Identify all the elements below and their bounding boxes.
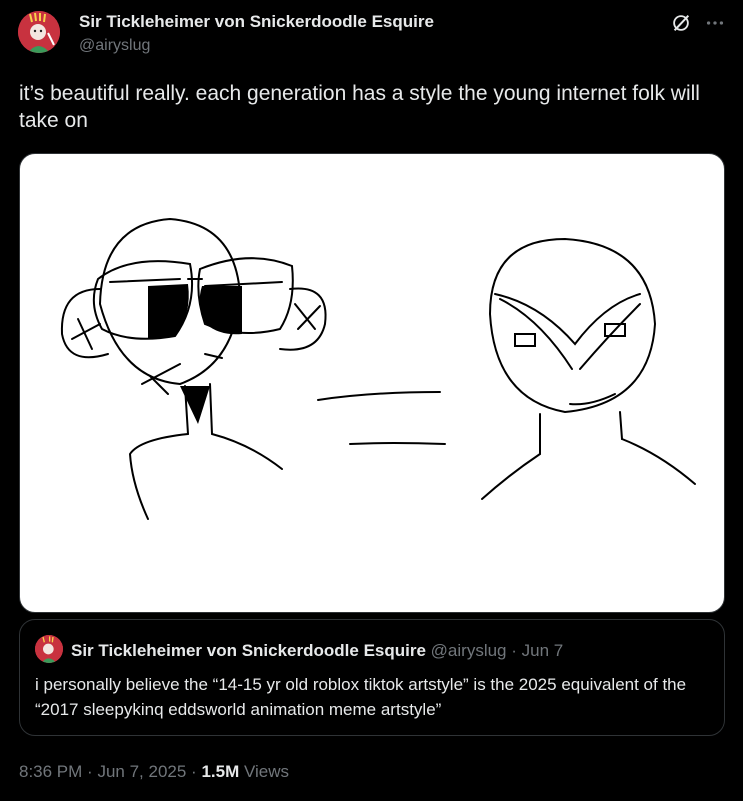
more-icon[interactable] xyxy=(704,12,726,34)
quote-author-avatar xyxy=(35,635,63,663)
views-label: Views xyxy=(243,762,290,781)
author-avatar[interactable] xyxy=(18,11,60,53)
quote-author-handle: @airyslug xyxy=(430,641,507,660)
quote-date: Jun 7 xyxy=(521,641,564,660)
meta-separator: · xyxy=(191,762,197,781)
avatar-icon xyxy=(35,635,63,663)
author-name[interactable]: Sir Tickleheimer von Snickerdoodle Esqui… xyxy=(79,12,434,32)
quoted-tweet[interactable]: Sir Tickleheimer von Snickerdoodle Esqui… xyxy=(19,619,725,736)
tweet-time[interactable]: 8:36 PM xyxy=(19,762,82,781)
views-count: 1.5M xyxy=(201,762,240,781)
quote-separator: · xyxy=(511,641,517,660)
quote-author-name: Sir Tickleheimer von Snickerdoodle Esqui… xyxy=(71,641,426,660)
grok-icon[interactable] xyxy=(670,12,692,34)
tweet-meta: 8:36 PM · Jun 7, 2025 · 1.5M Views xyxy=(19,762,289,782)
sketch-drawing xyxy=(60,217,696,520)
tweet-date[interactable]: Jun 7, 2025 xyxy=(97,762,186,781)
quote-header: Sir Tickleheimer von Snickerdoodle Esqui… xyxy=(71,641,563,661)
tweet-text: it’s beautiful really. each generation h… xyxy=(19,82,700,132)
author-handle[interactable]: @airyslug xyxy=(79,37,150,55)
meta-separator: · xyxy=(87,762,93,781)
quote-text: i personally believe the “14-15 yr old r… xyxy=(35,675,687,719)
tweet-media-image[interactable] xyxy=(19,153,725,613)
avatar-icon xyxy=(18,11,60,53)
